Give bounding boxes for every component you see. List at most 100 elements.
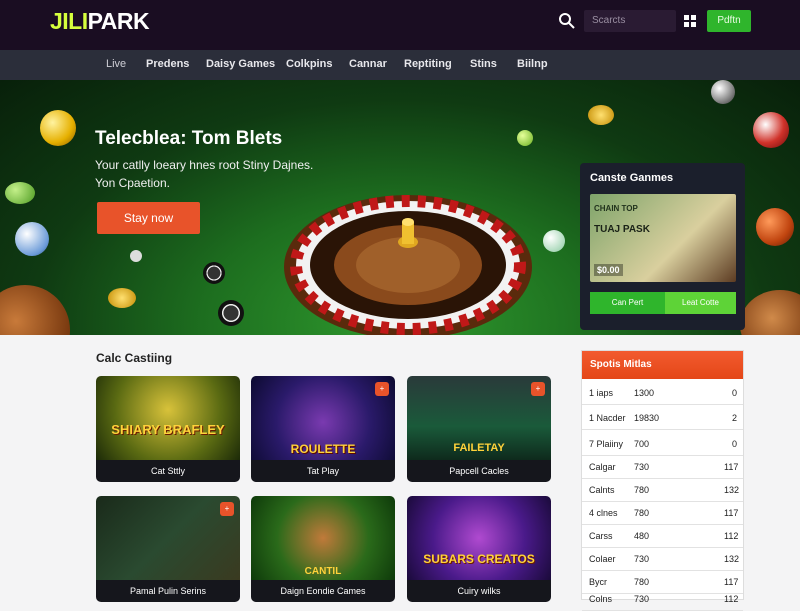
game-tile[interactable]: SUBARS CREATOS Cuiry wilks	[407, 496, 551, 602]
row-name: 7 Plaiiny	[589, 439, 624, 449]
ball-icon	[753, 112, 789, 148]
game-tile[interactable]: SHIARY BRAFLEY Cat Sttly	[96, 376, 240, 482]
row-value-b: 132	[724, 485, 740, 495]
row-value-b: 132	[724, 554, 740, 564]
row-value-a: 19830	[634, 413, 660, 423]
game-tile[interactable]: CANTIL Daign Eondie Cames	[251, 496, 395, 602]
ball-icon	[5, 182, 35, 204]
table-row[interactable]: 7 Plaiiny 700 0	[582, 433, 743, 456]
game-art-title: SUBARS CREATOS	[423, 552, 535, 566]
ball-icon	[740, 290, 800, 335]
nav-item-daisy-games[interactable]: Daisy Games	[206, 58, 275, 70]
main-nav: Live Predens Daisy Games Colkpins Cannar…	[0, 50, 800, 80]
row-value-b: 0	[732, 388, 738, 398]
casino-panel-line1: CHAIN TOP	[594, 204, 638, 213]
game-tile-label: Tat Play	[251, 460, 395, 482]
row-name: 1 Nacder	[589, 413, 626, 423]
chip-icon	[218, 300, 244, 326]
row-value-b: 117	[724, 577, 739, 587]
nav-item-reptiting[interactable]: Reptiting	[404, 58, 452, 70]
table-row[interactable]: Calnts 780 132	[582, 479, 743, 502]
search-icon[interactable]	[558, 12, 576, 30]
row-name: 1 iaps	[589, 388, 614, 398]
nav-item-predens[interactable]: Predens	[146, 58, 189, 70]
chip-icon	[588, 105, 614, 125]
nav-item-live[interactable]: Live	[106, 58, 126, 70]
game-tile-label: Pamal Pulin Serins	[96, 580, 240, 602]
row-value-b: 112	[724, 594, 739, 604]
top-bar: JILIPARK Scarcts Pdftn	[0, 0, 800, 50]
casino-panel-button2[interactable]: Leat Cotte	[665, 292, 736, 314]
nav-item-cannar[interactable]: Cannar	[349, 58, 387, 70]
logo-part1: JILI	[50, 8, 88, 34]
roulette-wheel-icon	[284, 195, 532, 335]
hero-subtitle: Your catlly loeary hnes root Stiny Dajne…	[95, 158, 314, 190]
row-value-a: 1300	[634, 388, 655, 398]
ball-icon	[40, 110, 76, 146]
row-name: Calgar	[589, 462, 616, 472]
game-tile[interactable]: FAILETAY + Papcell Cacles	[407, 376, 551, 482]
ball-icon	[130, 250, 142, 262]
row-value-a: 780	[634, 508, 650, 518]
row-name: Colns	[589, 594, 613, 604]
tile-badge[interactable]: +	[220, 502, 234, 516]
casino-panel-price: $0.00	[594, 264, 623, 276]
table-row[interactable]: 4 clnes 780 117	[582, 502, 743, 525]
table-row[interactable]: Carss 480 112	[582, 525, 743, 548]
game-tile-label: Cat Sttly	[96, 460, 240, 482]
row-value-a: 730	[634, 594, 650, 604]
table-row[interactable]: Colaer 730 132	[582, 548, 743, 571]
ball-icon	[543, 230, 565, 252]
table-row[interactable]: 1 Nacder 19830 2	[582, 407, 743, 430]
casino-panel-line2: TUAJ PASK	[594, 224, 650, 235]
row-value-a: 730	[634, 554, 650, 564]
nav-item-biilnp[interactable]: Biilnp	[517, 58, 548, 70]
game-art-title: SHIARY BRAFLEY	[111, 422, 225, 437]
game-tile[interactable]: ROULETTE + Tat Play	[251, 376, 395, 482]
chip-icon	[203, 262, 225, 284]
game-tile[interactable]: + Pamal Pulin Serins	[96, 496, 240, 602]
casino-panel-title: Canste Ganmes	[590, 172, 674, 184]
table-row[interactable]: 1 iaps 1300 0	[582, 382, 743, 405]
search-input[interactable]: Scarcts	[584, 10, 676, 32]
join-button[interactable]: Pdftn	[707, 10, 751, 32]
ball-icon	[517, 130, 533, 146]
row-value-b: 0	[732, 439, 738, 449]
nav-item-stins[interactable]: Stins	[470, 58, 497, 70]
ball-icon	[15, 222, 49, 256]
row-value-a: 700	[634, 439, 650, 449]
chip-icon	[108, 288, 136, 308]
nav-item-colkpins[interactable]: Colkpins	[286, 58, 332, 70]
game-art-title: CANTIL	[304, 566, 342, 577]
sports-title: Spotis Mitlas	[582, 351, 743, 379]
ball-icon	[711, 80, 735, 104]
row-value-b: 117	[724, 462, 739, 472]
grid-icon[interactable]	[684, 15, 696, 27]
game-art-title: FAILETAY	[453, 442, 505, 454]
game-art	[96, 376, 240, 460]
logo[interactable]: JILIPARK	[50, 8, 150, 35]
game-tile-label: Papcell Cacles	[407, 460, 551, 482]
game-tile-label: Cuiry wilks	[407, 580, 551, 602]
row-value-a: 730	[634, 462, 650, 472]
tile-badge[interactable]: +	[531, 382, 545, 396]
logo-part2: PARK	[87, 8, 150, 34]
game-art	[407, 496, 551, 580]
sports-matches-panel: Spotis Mitlas 1 iaps 1300 0 1 Nacder 19830 2…	[581, 350, 744, 611]
tile-badge[interactable]: +	[375, 382, 389, 396]
row-value-b: 2	[732, 413, 738, 423]
casino-panel-button1[interactable]: Can Pert	[590, 292, 665, 314]
row-name: Colaer	[589, 554, 616, 564]
casino-panel-image[interactable]: CHAIN TOP TUAJ PASK $0.00	[590, 194, 736, 282]
game-art-title: ROULETTE	[290, 442, 356, 456]
row-name: Bycr	[589, 577, 607, 587]
row-value-a: 780	[634, 485, 650, 495]
row-name: Calnts	[589, 485, 615, 495]
hero-title: Telecblea: Tom Blets	[95, 128, 283, 149]
section-title: Calc Castiing	[96, 351, 173, 365]
row-name: Carss	[589, 531, 613, 541]
stay-now-button[interactable]: Stay now	[97, 202, 200, 234]
row-value-a: 780	[634, 577, 650, 587]
ball-icon	[0, 285, 70, 335]
table-row[interactable]: Calgar 730 117	[582, 456, 743, 479]
